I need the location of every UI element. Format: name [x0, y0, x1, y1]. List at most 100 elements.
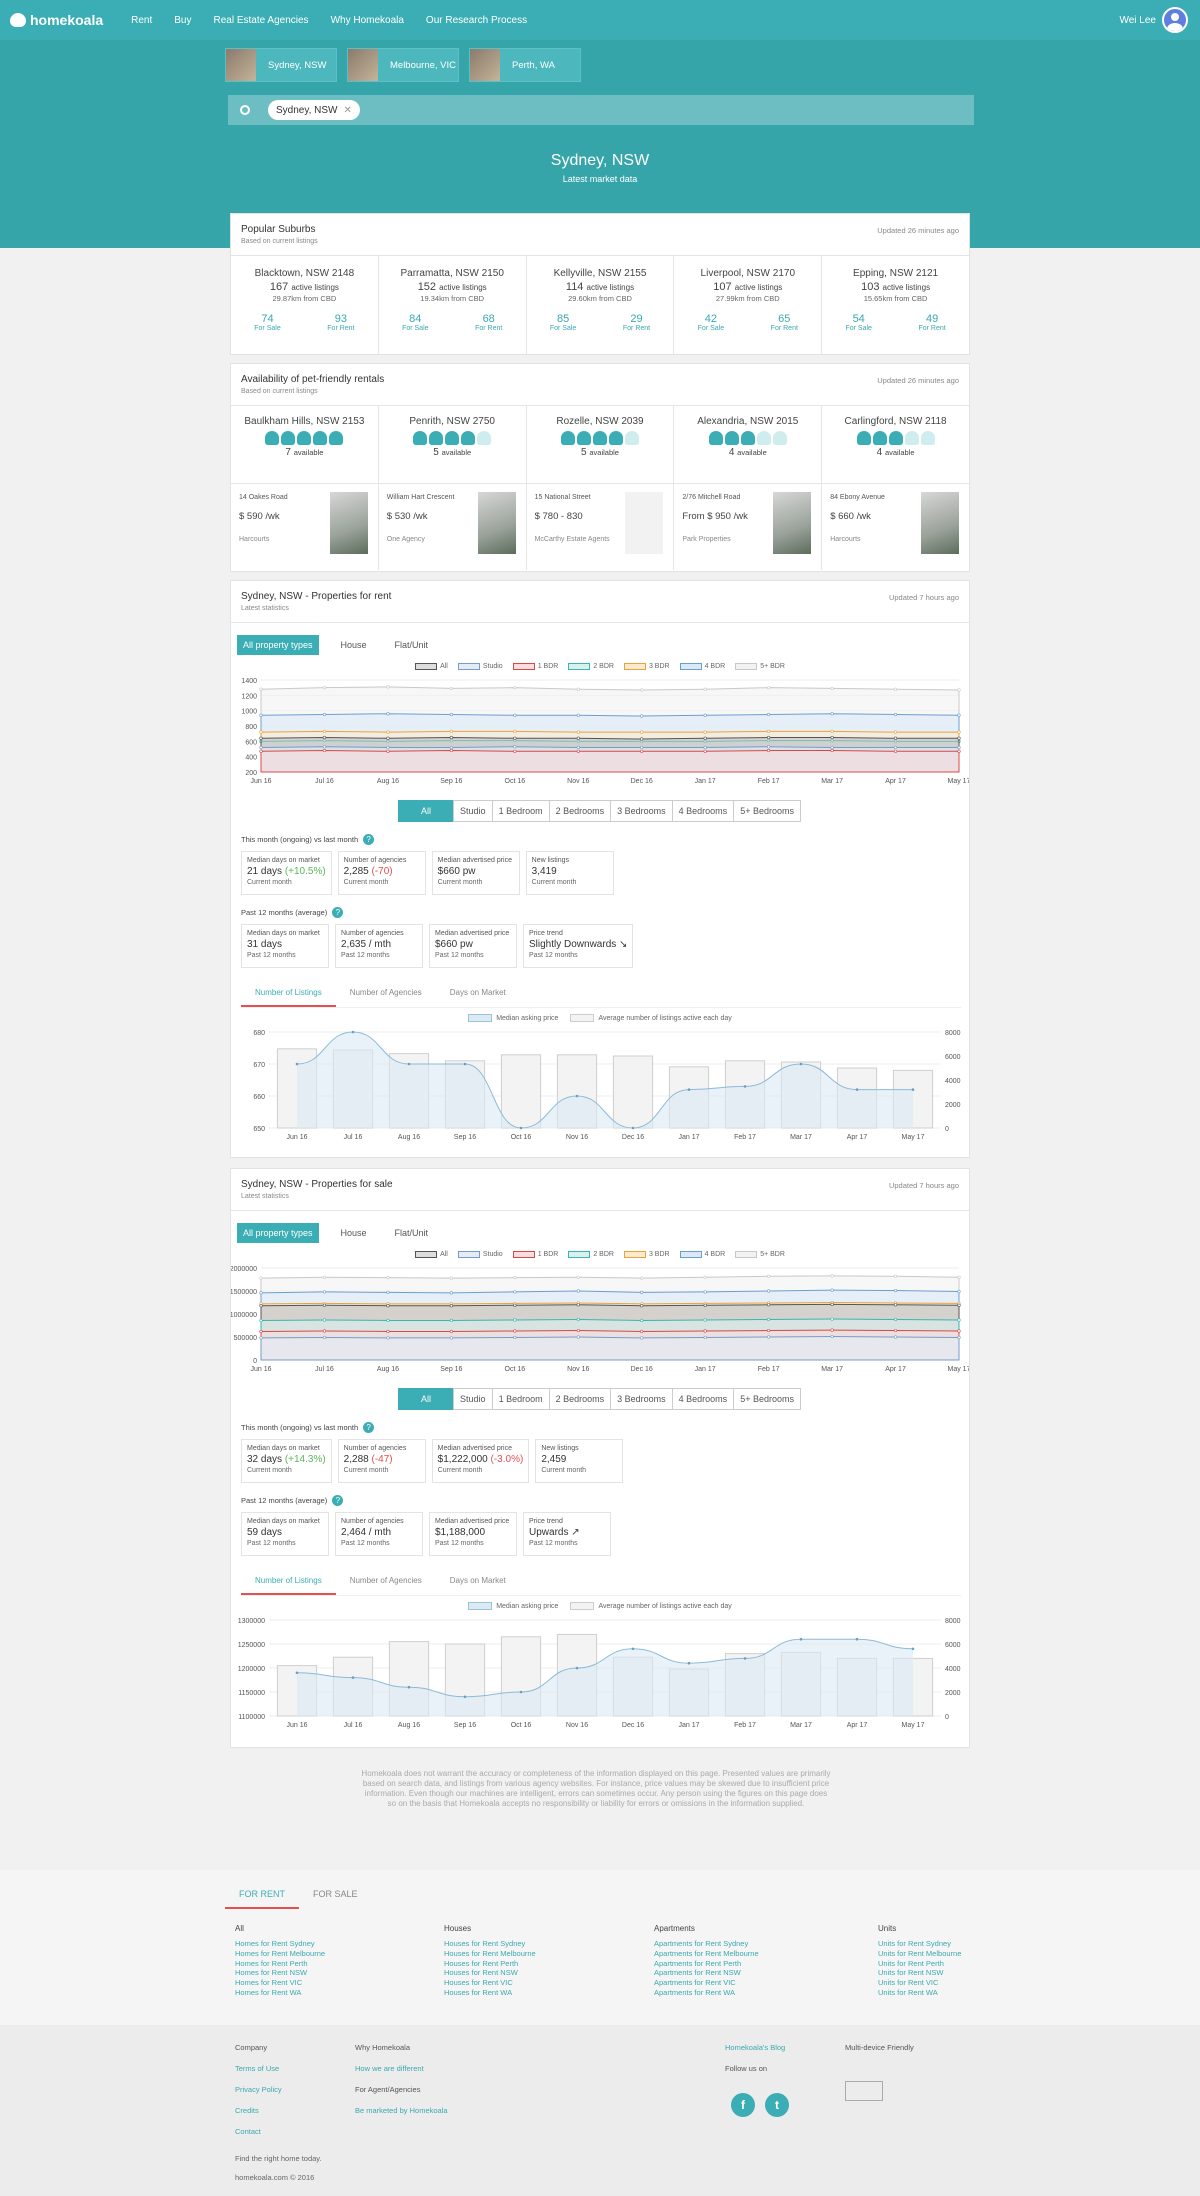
for-sale-count[interactable]: 54 For Sale [845, 313, 871, 332]
tab-number-of-agencies[interactable]: Number of Agencies [336, 1570, 436, 1595]
bedroom-option[interactable]: 1 Bedroom [491, 1388, 550, 1410]
help-icon[interactable]: ? [332, 907, 344, 918]
for-sale-count[interactable]: 85 For Sale [550, 313, 576, 332]
tab-all-property-types[interactable]: All property types [237, 1223, 319, 1243]
nav-rent[interactable]: Rent [131, 15, 152, 26]
legend-item[interactable]: Studio [457, 663, 503, 670]
twitter-icon[interactable]: t [765, 2093, 789, 2117]
for-rent-count[interactable]: 29 For Rent [623, 313, 650, 332]
nav-research[interactable]: Our Research Process [426, 15, 527, 26]
tab-number-of-listings[interactable]: Number of Listings [241, 1570, 336, 1595]
tab-for-sale[interactable]: FOR SALE [299, 1885, 372, 1909]
bedroom-option[interactable]: 3 Bedrooms [610, 1388, 673, 1410]
suburb-cell[interactable]: Blacktown, NSW 2148 167 active listings 29… [231, 256, 379, 354]
tab-for-rent[interactable]: FOR RENT [225, 1885, 299, 1909]
rent-link[interactable]: Apartments for Rent Melbourne [654, 1949, 759, 1959]
rent-link[interactable]: Apartments for Rent VIC [654, 1978, 759, 1988]
rent-link[interactable]: Houses for Rent VIC [444, 1978, 536, 1988]
for-sale-count[interactable]: 74 For Sale [254, 313, 280, 332]
bedroom-option[interactable]: 5+ Bedrooms [733, 800, 801, 822]
legend-item[interactable]: All [415, 663, 448, 670]
bedroom-option[interactable]: 3 Bedrooms [610, 800, 673, 822]
pet-suburb-cell[interactable]: Penrith, NSW 2750 5 available [379, 406, 527, 483]
rent-link[interactable]: Houses for Rent Perth [444, 1959, 536, 1969]
suburb-cell[interactable]: Epping, NSW 2121 103 active listings 15.65… [822, 256, 969, 354]
legend-item[interactable]: 2 BDR [568, 1251, 614, 1258]
legend-item[interactable]: 4 BDR [679, 663, 725, 670]
rent-link[interactable]: Apartments for Rent NSW [654, 1968, 759, 1978]
rent-link[interactable]: Homes for Rent Melbourne [235, 1949, 325, 1959]
privacy-link[interactable]: Privacy Policy [235, 2085, 282, 2094]
legend-item[interactable]: 1 BDR [512, 663, 558, 670]
rent-link[interactable]: Units for Rent Melbourne [878, 1949, 961, 1959]
help-icon[interactable]: ? [363, 834, 375, 845]
pet-suburb-cell[interactable]: Alexandria, NSW 2015 4 available [674, 406, 823, 483]
bedroom-option[interactable]: Studio [453, 800, 493, 822]
nav-agencies[interactable]: Real Estate Agencies [214, 15, 309, 26]
tab-number-of-agencies[interactable]: Number of Agencies [336, 982, 436, 1007]
city-tab-perth[interactable]: Perth, WA [469, 48, 581, 82]
be-marketed-link[interactable]: Be marketed by Homekoala [355, 2106, 448, 2115]
logo[interactable]: homekoala [10, 12, 103, 28]
suburb-cell[interactable]: Parramatta, NSW 2150 152 active listings 1… [379, 256, 527, 354]
rent-link[interactable]: Units for Rent Sydney [878, 1939, 961, 1949]
for-sale-count[interactable]: 42 For Sale [698, 313, 724, 332]
pet-suburb-cell[interactable]: Baulkham Hills, NSW 2153 7 available [231, 406, 379, 483]
rent-link[interactable]: Houses for Rent Sydney [444, 1939, 536, 1949]
legend-item[interactable]: 5+ BDR [735, 1251, 785, 1258]
rent-link[interactable]: Units for Rent WA [878, 1988, 961, 1998]
tab-days-on-market[interactable]: Days on Market [436, 1570, 520, 1595]
listing-card[interactable]: William Hart Crescent $ 530 /wk One Agency [379, 484, 527, 570]
tab-flat-unit[interactable]: Flat/Unit [389, 635, 435, 655]
legend-item[interactable]: 2 BDR [568, 663, 614, 670]
how-different-link[interactable]: How we are different [355, 2064, 448, 2073]
search-bar[interactable]: Sydney, NSW ✕ [228, 95, 974, 125]
tab-number-of-listings[interactable]: Number of Listings [241, 982, 336, 1007]
search-chip[interactable]: Sydney, NSW ✕ [268, 100, 360, 120]
for-rent-count[interactable]: 68 For Rent [475, 313, 502, 332]
tab-house[interactable]: House [335, 1223, 373, 1243]
rent-link[interactable]: Homes for Rent Perth [235, 1959, 325, 1969]
nav-buy[interactable]: Buy [174, 15, 191, 26]
rent-link[interactable]: Homes for Rent Sydney [235, 1939, 325, 1949]
legend-item[interactable]: 4 BDR [679, 1251, 725, 1258]
bedroom-option[interactable]: 4 Bedrooms [671, 1388, 735, 1410]
legend-item[interactable]: Average number of listings active each d… [570, 1014, 732, 1022]
listing-card[interactable]: 2/76 Mitchell Road From $ 950 /wk Park Pro… [674, 484, 823, 570]
nav-why[interactable]: Why Homekoala [331, 15, 404, 26]
suburb-cell[interactable]: Liverpool, NSW 2170 107 active listings 27… [674, 256, 823, 354]
tab-all-property-types[interactable]: All property types [237, 635, 319, 655]
listing-card[interactable]: 84 Ebony Avenue $ 660 /wk Harcourts [822, 484, 969, 570]
rent-link[interactable]: Apartments for Rent WA [654, 1988, 759, 1998]
facebook-icon[interactable]: f [731, 2093, 755, 2117]
pet-suburb-cell[interactable]: Rozelle, NSW 2039 5 available [527, 406, 675, 483]
bedroom-option[interactable]: 1 Bedroom [491, 800, 550, 822]
legend-item[interactable]: Studio [457, 1251, 503, 1258]
user-menu[interactable]: Wei Lee [1119, 7, 1188, 33]
legend-item[interactable]: 5+ BDR [735, 663, 785, 670]
bedroom-option[interactable]: All [398, 800, 455, 822]
rent-link[interactable]: Houses for Rent NSW [444, 1968, 536, 1978]
for-rent-count[interactable]: 93 For Rent [327, 313, 354, 332]
bedroom-option[interactable]: 4 Bedrooms [671, 800, 735, 822]
rent-link[interactable]: Homes for Rent WA [235, 1988, 325, 1998]
legend-item[interactable]: 1 BDR [512, 1251, 558, 1258]
rent-link[interactable]: Houses for Rent WA [444, 1988, 536, 1998]
pet-suburb-cell[interactable]: Carlingford, NSW 2118 4 available [822, 406, 969, 483]
legend-item[interactable]: Median asking price [468, 1602, 558, 1610]
listing-card[interactable]: 14 Oakes Road $ 590 /wk Harcourts [231, 484, 379, 570]
tab-flat-unit[interactable]: Flat/Unit [389, 1223, 435, 1243]
rent-link[interactable]: Apartments for Rent Sydney [654, 1939, 759, 1949]
close-icon[interactable]: ✕ [344, 105, 352, 116]
tab-house[interactable]: House [335, 635, 373, 655]
suburb-cell[interactable]: Kellyville, NSW 2155 114 active listings 2… [527, 256, 675, 354]
city-tab-melbourne[interactable]: Melbourne, VIC [347, 48, 459, 82]
help-icon[interactable]: ? [332, 1495, 344, 1506]
listing-card[interactable]: 15 National Street $ 780 - 830 McCarthy Es… [527, 484, 675, 570]
bedroom-option[interactable]: Studio [453, 1388, 493, 1410]
tab-days-on-market[interactable]: Days on Market [436, 982, 520, 1007]
rent-link[interactable]: Houses for Rent Melbourne [444, 1949, 536, 1959]
rent-link[interactable]: Units for Rent VIC [878, 1978, 961, 1988]
rent-link[interactable]: Units for Rent Perth [878, 1959, 961, 1969]
rent-link[interactable]: Homes for Rent NSW [235, 1968, 325, 1978]
